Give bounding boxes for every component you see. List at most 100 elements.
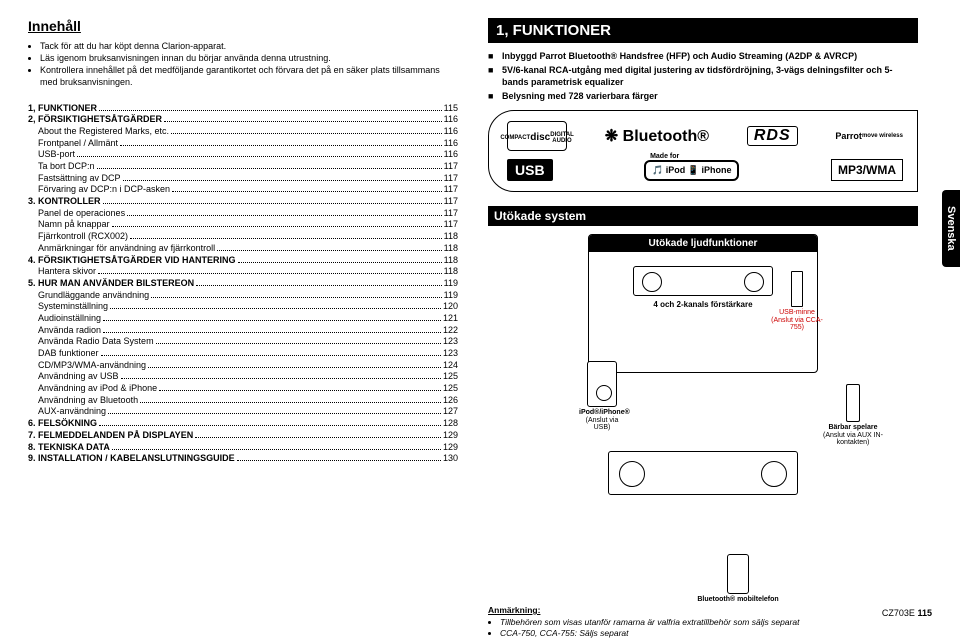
feature-item: Belysning med 728 varierbara färger <box>502 91 918 102</box>
toc-page: 116 <box>444 126 458 138</box>
toc-label: Användning av USB <box>28 371 119 383</box>
toc-line: 8. TEKNISKA DATA129 <box>28 442 458 454</box>
toc-page: 115 <box>444 103 458 115</box>
toc-leader <box>238 262 442 263</box>
toc-label: Anmärkningar för användning av fjärrkont… <box>28 243 215 255</box>
toc-label: Systeminställning <box>28 301 108 313</box>
toc-leader <box>195 437 441 438</box>
ipod-illustration: iPod®/iPhone®(Anslut via USB) <box>579 361 625 432</box>
feature-item: Inbyggd Parrot Bluetooth® Handsfree (HFP… <box>502 51 918 62</box>
toc-line: Frontpanel / Allmänt 116 <box>28 138 458 150</box>
intro-item: Tack för att du har köpt denna Clarion-a… <box>40 40 458 52</box>
intro-item: Kontrollera innehållet på det medföljand… <box>40 64 458 88</box>
toc-label: 2, FÖRSIKTIGHETSÅTGÄRDER <box>28 114 162 126</box>
table-of-contents: 1, FUNKTIONER 115 2, FÖRSIKTIGHETSÅTGÄRDER… <box>28 103 458 465</box>
toc-leader <box>103 203 442 204</box>
toc-page: 118 <box>444 243 458 255</box>
toc-label: 8. TEKNISKA DATA <box>28 442 110 454</box>
toc-line: 5. HUR MAN ANVÄNDER BILSTEREON119 <box>28 278 458 290</box>
toc-label: 9. INSTALLATION / KABELANSLUTNINGSGUIDE <box>28 453 235 465</box>
expand-subheading: Utökade ljudfunktioner <box>589 235 817 252</box>
toc-leader <box>97 168 442 169</box>
logo-panel: COMPACT disc DIGITAL AUDIO ❋ Bluetooth® … <box>488 110 918 192</box>
toc-leader <box>99 425 441 426</box>
toc-leader <box>140 402 441 403</box>
toc-leader <box>99 110 442 111</box>
toc-leader <box>110 308 441 309</box>
toc-leader <box>164 121 442 122</box>
made-for-ipod-logo: Made for 🎵 iPod 📱 iPhone <box>644 160 739 181</box>
toc-line: Användning av USB 125 <box>28 371 458 383</box>
toc-leader <box>108 413 441 414</box>
toc-line: 6. FELSÖKNING128 <box>28 418 458 430</box>
toc-leader <box>127 215 442 216</box>
toc-label: Förvaring av DCP:n i DCP-asken <box>28 184 170 196</box>
toc-label: Användning av iPod & iPhone <box>28 383 157 395</box>
toc-leader <box>101 355 441 356</box>
toc-line: Användning av Bluetooth126 <box>28 395 458 407</box>
expand-heading: Utökade system <box>488 206 918 226</box>
toc-leader <box>151 297 442 298</box>
toc-leader <box>159 390 441 391</box>
toc-label: 7. FELMEDDELANDEN PÅ DISPLAYEN <box>28 430 193 442</box>
toc-page: 119 <box>444 290 458 302</box>
page-title: Innehåll <box>28 18 458 34</box>
toc-page: 123 <box>443 348 458 360</box>
head-unit-illustration <box>608 451 798 495</box>
toc-page: 117 <box>444 219 458 231</box>
toc-leader <box>237 460 441 461</box>
parrot-logo: Parrot move wireless <box>835 131 903 141</box>
toc-line: Använda Radio Data System123 <box>28 336 458 348</box>
toc-page: 117 <box>444 173 458 185</box>
toc-line: USB-port116 <box>28 149 458 161</box>
toc-page: 117 <box>444 196 458 208</box>
compact-disc-logo: COMPACT disc DIGITAL AUDIO <box>507 121 567 151</box>
toc-leader <box>148 367 441 368</box>
annotation-heading: Anmärkning: <box>488 605 918 615</box>
rds-logo: RDS <box>747 126 798 146</box>
toc-page: 121 <box>443 313 458 325</box>
toc-page: 125 <box>443 371 458 383</box>
toc-line: Panel de operaciones117 <box>28 208 458 220</box>
feature-item: 5V/6-kanal RCA-utgång med digital juster… <box>502 65 918 88</box>
toc-label: 4. FÖRSIKTIGHETSÅTGÄRDER VID HANTERING <box>28 255 236 267</box>
toc-line: 9. INSTALLATION / KABELANSLUTNINGSGUIDE 1… <box>28 453 458 465</box>
toc-line: 1, FUNKTIONER 115 <box>28 103 458 115</box>
toc-label: Användning av Bluetooth <box>28 395 138 407</box>
toc-label: DAB funktioner <box>28 348 99 360</box>
toc-label: AUX-användning <box>28 406 106 418</box>
toc-label: Frontpanel / Allmänt <box>28 138 118 150</box>
toc-leader <box>130 238 442 239</box>
toc-line: Systeminställning120 <box>28 301 458 313</box>
toc-line: DAB funktioner 123 <box>28 348 458 360</box>
toc-label: Använda radion <box>28 325 101 337</box>
toc-leader <box>171 133 442 134</box>
toc-line: Grundläggande användning119 <box>28 290 458 302</box>
toc-page: 130 <box>443 453 458 465</box>
toc-page: 117 <box>444 208 458 220</box>
toc-page: 116 <box>444 138 458 150</box>
toc-line: AUX-användning127 <box>28 406 458 418</box>
amplifier-illustration <box>633 266 773 296</box>
toc-page: 122 <box>443 325 458 337</box>
toc-label: Fastsättning av DCP <box>28 173 121 185</box>
toc-page: 118 <box>444 266 458 278</box>
toc-line: 4. FÖRSIKTIGHETSÅTGÄRDER VID HANTERING11… <box>28 255 458 267</box>
toc-leader <box>103 332 441 333</box>
toc-page: 117 <box>444 161 458 173</box>
toc-line: Anmärkningar för användning av fjärrkont… <box>28 243 458 255</box>
toc-leader <box>123 180 442 181</box>
toc-line: Hantera skivor118 <box>28 266 458 278</box>
toc-label: CD/MP3/WMA-användning <box>28 360 146 372</box>
portable-player-illustration: Bärbar spelare(Anslut via AUX IN-kontakt… <box>808 384 898 447</box>
toc-line: Namn på knappar117 <box>28 219 458 231</box>
annotation-block: Anmärkning: Tillbehören som visas utanfö… <box>488 605 918 639</box>
toc-label: Fjärrkontroll (RCX002) <box>28 231 128 243</box>
toc-page: 129 <box>443 430 458 442</box>
toc-line: Förvaring av DCP:n i DCP-asken117 <box>28 184 458 196</box>
annotation-item: Tillbehören som visas utanför ramarna är… <box>500 617 918 628</box>
toc-label: 1, FUNKTIONER <box>28 103 97 115</box>
toc-page: 124 <box>443 360 458 372</box>
toc-line: Använda radion 122 <box>28 325 458 337</box>
toc-label: 3. KONTROLLER <box>28 196 101 208</box>
